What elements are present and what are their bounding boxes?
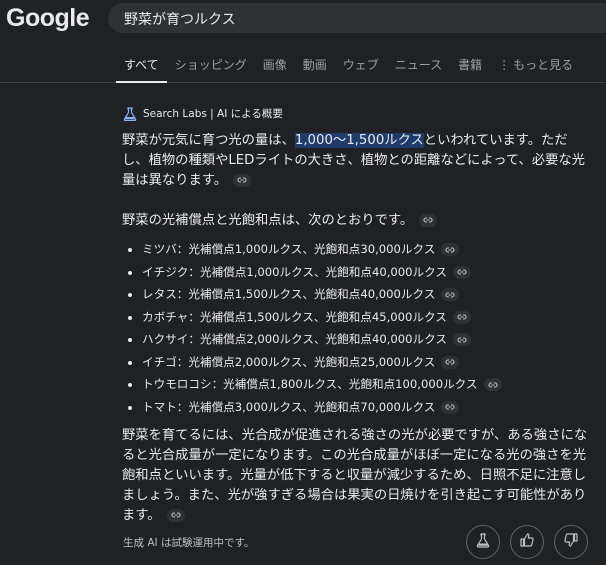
search-labs-button[interactable] <box>466 525 500 559</box>
ai-overview-content: 野菜が元気に育つ光の量は、1,000～1,500ルクスといわれています。ただし、… <box>122 131 594 526</box>
tab-all[interactable]: すべて <box>116 56 167 83</box>
link-icon[interactable] <box>452 310 471 324</box>
link-icon[interactable] <box>441 400 460 414</box>
tab-images[interactable]: 画像 <box>255 56 295 83</box>
thumbs-up-icon <box>519 532 535 552</box>
link-icon[interactable] <box>233 173 252 187</box>
experimental-note: 生成 AI は試験運用中です。 <box>123 537 255 549</box>
thumbs-down-icon <box>563 532 579 552</box>
link-icon[interactable] <box>441 288 460 301</box>
google-logo[interactable]: Google <box>6 4 90 33</box>
search-input[interactable]: 野菜が育つルクス <box>124 9 236 29</box>
flask-icon <box>475 532 491 552</box>
list-item: ハクサイ：光補償点2,000ルクス、光飽和点40,000ルクス <box>142 328 594 351</box>
list-item: イチジク：光補償点1,000ルクス、光飽和点40,000ルクス <box>142 261 594 284</box>
thumbs-up-button[interactable] <box>510 525 544 559</box>
closing-paragraph: 野菜を育てるには、光合成が促進される強さの光が必要ですが、ある強さになると光合成… <box>122 428 588 523</box>
highlighted-answer: 1,000～1,500ルクス <box>294 133 424 148</box>
tab-books[interactable]: 書籍 <box>450 56 490 83</box>
header: Google 野菜が育つルクス すべて ショッピング 画像 動画 ウェブ ニュー… <box>0 0 606 83</box>
link-icon[interactable] <box>441 355 460 369</box>
list-item: レタス：光補償点1,500ルクス、光飽和点40,000ルクス <box>142 283 594 306</box>
more-vert-icon: ⋮ <box>498 58 511 72</box>
link-icon[interactable] <box>483 378 502 391</box>
tab-videos[interactable]: 動画 <box>295 56 335 83</box>
ai-overview-label: Search Labs | AI による概要 <box>143 108 283 120</box>
link-icon[interactable] <box>452 333 471 346</box>
link-icon[interactable] <box>419 213 438 227</box>
list-item: ミツバ：光補償点1,000ルクス、光飽和点30,000ルクス <box>142 238 594 261</box>
intro-paragraph: 野菜が元気に育つ光の量は、1,000～1,500ルクスといわれています。ただし、… <box>122 133 585 188</box>
flask-icon <box>123 106 137 121</box>
tab-news[interactable]: ニュース <box>387 56 450 83</box>
list-item: トマト：光補償点3,000ルクス、光飽和点70,000ルクス <box>142 396 594 419</box>
tab-shopping[interactable]: ショッピング <box>167 56 255 83</box>
tab-web[interactable]: ウェブ <box>335 56 387 83</box>
list-item: イチゴ：光補償点2,000ルクス、光飽和点25,000ルクス <box>142 351 594 374</box>
tab-more[interactable]: ⋮ もっと見る <box>490 56 581 83</box>
tab-more-label: もっと見る <box>513 58 574 72</box>
search-box[interactable]: 野菜が育つルクス <box>108 3 606 33</box>
list-heading: 野菜の光補償点と光飽和点は、次のとおりです。 <box>122 211 594 231</box>
thumbs-down-button[interactable] <box>554 525 588 559</box>
vegetable-list: ミツバ：光補償点1,000ルクス、光飽和点30,000ルクス イチジク：光補償点… <box>122 238 594 418</box>
search-tabs: すべて ショッピング 画像 動画 ウェブ ニュース 書籍 ⋮ もっと見る <box>116 56 581 83</box>
link-icon[interactable] <box>166 508 185 522</box>
link-icon[interactable] <box>441 243 460 256</box>
ai-overview-header: Search Labs | AI による概要 <box>123 106 283 121</box>
list-item: カボチャ：光補償点1,500ルクス、光飽和点45,000ルクス <box>142 306 594 329</box>
list-item: トウモロコシ：光補償点1,800ルクス、光飽和点100,000ルクス <box>142 373 594 396</box>
link-icon[interactable] <box>452 265 471 279</box>
